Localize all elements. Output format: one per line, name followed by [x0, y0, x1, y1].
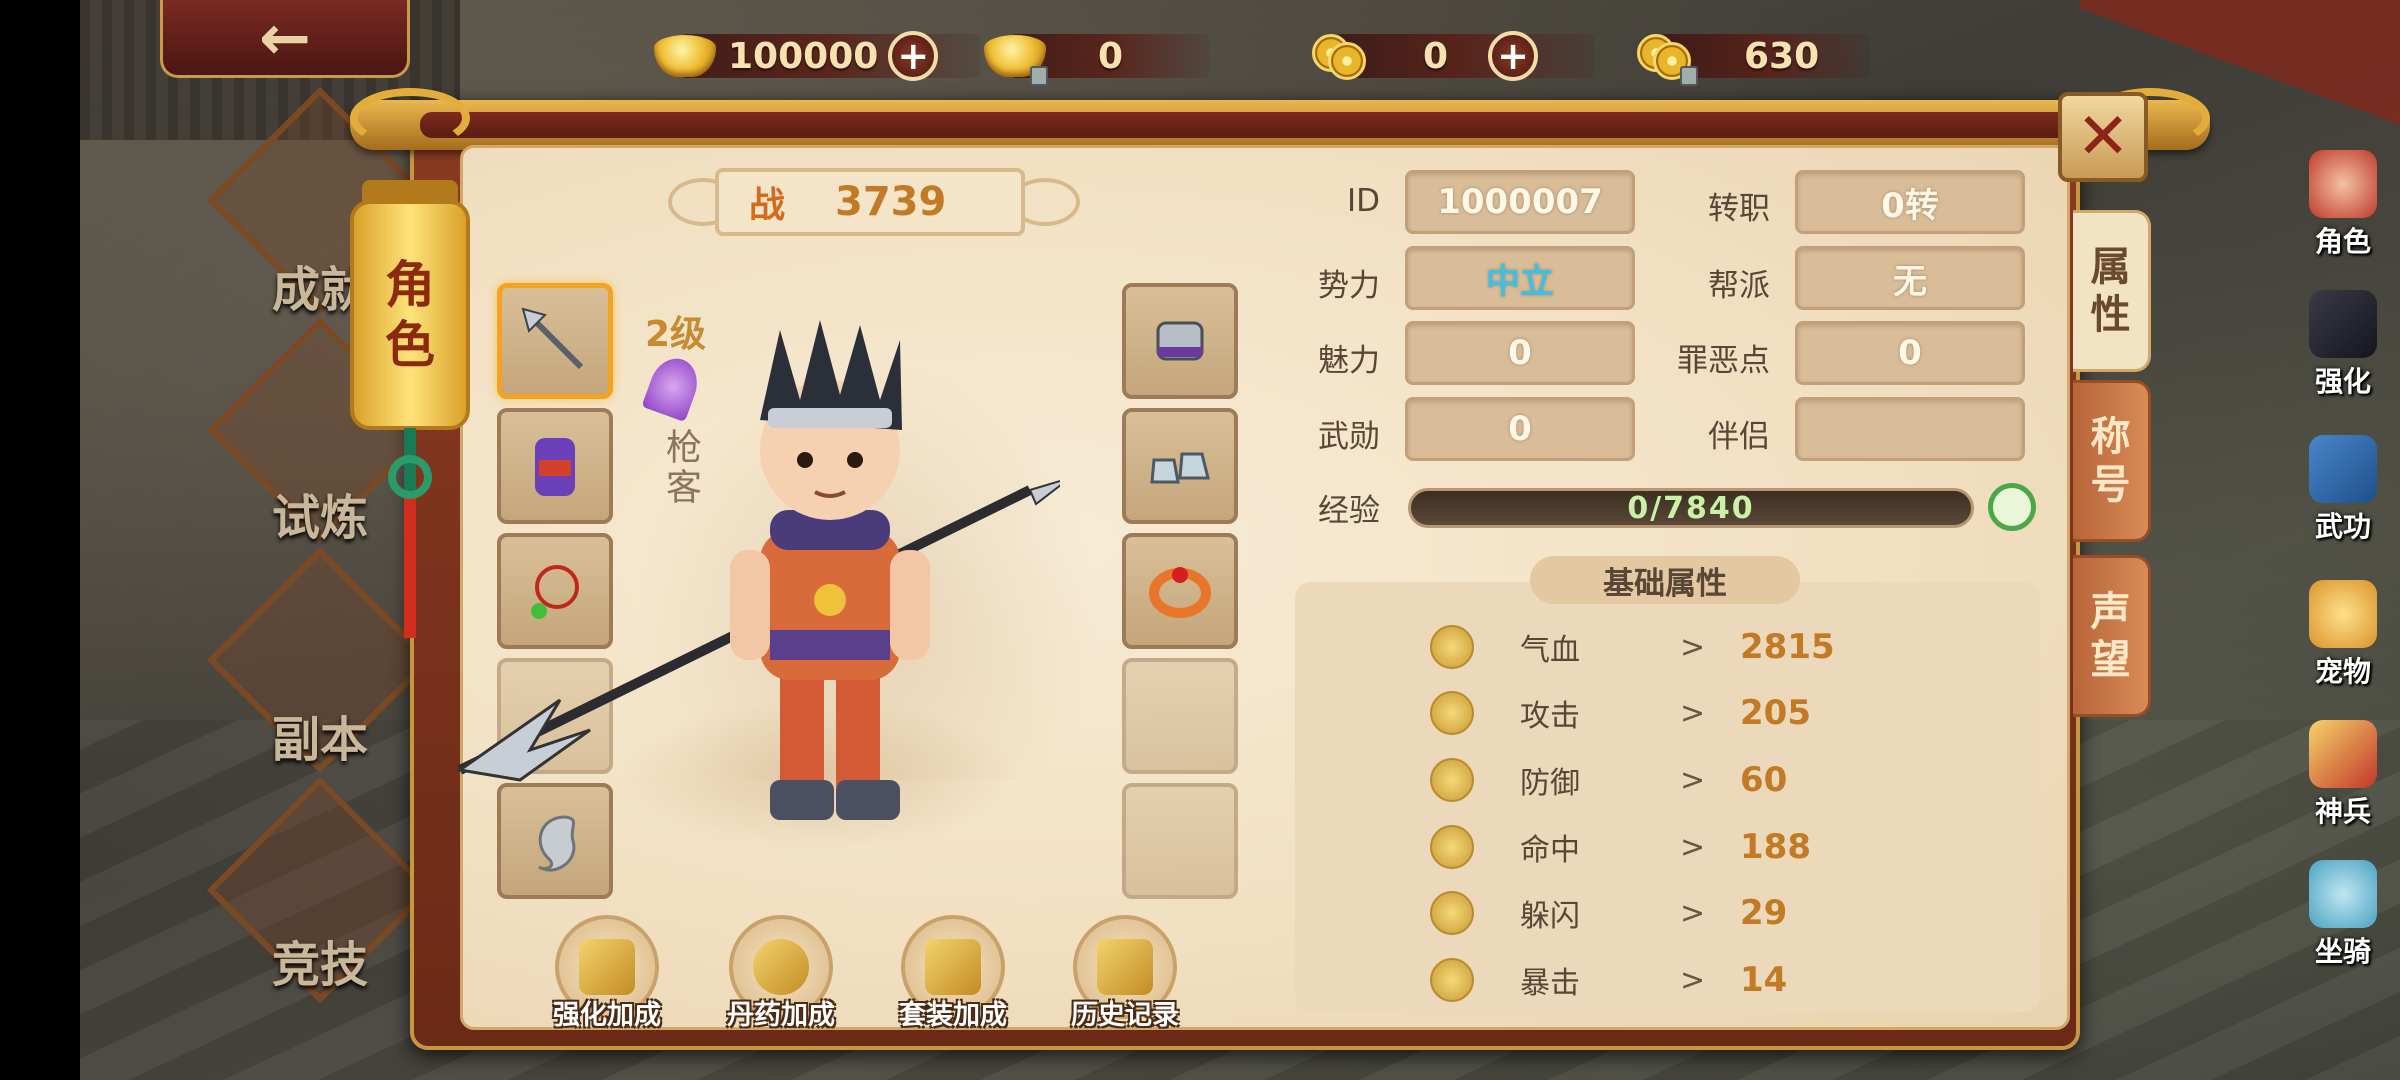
experience-label: 经验	[1318, 493, 1380, 529]
ring-icon	[1149, 567, 1211, 618]
charm-label: 魅力	[1318, 343, 1380, 379]
merit-value: 0	[1405, 397, 1635, 461]
add-gold-ingot-button[interactable]: +	[888, 31, 939, 81]
set-bonus-button[interactable]: 套装加成	[888, 915, 1018, 1032]
currency-gold-ingot: 100000 +	[650, 20, 980, 92]
guild-value: 无	[1795, 246, 2025, 310]
attr-row-accuracy: 命中 > 188	[1430, 822, 1930, 872]
attr-row-dodge: 躲闪 > 29	[1430, 888, 1930, 938]
divine-weapon-icon	[2309, 720, 2377, 788]
history-button[interactable]: 历史记录	[1060, 915, 1190, 1032]
bound-coins-icon	[1630, 26, 1700, 86]
experience-boost-icon[interactable]	[1988, 483, 2036, 531]
attr-row-attack: 攻击 > 205	[1430, 688, 1930, 738]
defense-icon	[1430, 758, 1474, 802]
equip-slot-empty[interactable]	[1122, 658, 1238, 774]
left-menu-arena[interactable]: 竞技	[230, 925, 410, 995]
scroll-icon	[2309, 435, 2377, 503]
lock-icon	[1680, 66, 1698, 86]
merit-label: 武勋	[1318, 419, 1380, 455]
elixir-bonus-button[interactable]: 丹药加成	[716, 915, 846, 1032]
combat-power-label: 战	[749, 185, 786, 226]
anvil-icon	[2309, 290, 2377, 358]
coins-icon	[1305, 26, 1375, 86]
panel-top-inner	[420, 112, 2120, 138]
attr-row-defense: 防御 > 60	[1430, 755, 1930, 805]
faction-label: 势力	[1318, 268, 1380, 304]
character-icon	[2309, 150, 2377, 218]
equip-slot-ring[interactable]	[1122, 533, 1238, 649]
bracer-icon	[1156, 321, 1204, 361]
faction-value: 中立	[1405, 246, 1635, 310]
right-menu-mount[interactable]: 坐骑	[2298, 860, 2388, 970]
close-button[interactable]: ✕	[2058, 92, 2148, 182]
charm-value: 0	[1405, 321, 1635, 385]
job-value: 0转	[1795, 170, 2025, 234]
id-label: ID	[1346, 183, 1380, 219]
right-menu-enhance[interactable]: 强化	[2298, 290, 2388, 400]
guild-label: 帮派	[1708, 268, 1770, 304]
equip-slot-boots[interactable]	[1122, 408, 1238, 524]
currency-bound-coins: 630	[1630, 20, 1870, 92]
right-menu-divine-weapon[interactable]: 神兵	[2298, 720, 2388, 830]
attr-row-hp: 气血 > 2815	[1430, 622, 1930, 672]
mount-icon	[2309, 860, 2377, 928]
attack-icon	[1430, 691, 1474, 735]
currency-bound-ingot: 0	[980, 20, 1210, 92]
evil-points-label: 罪恶点	[1677, 343, 1770, 379]
critical-icon	[1430, 958, 1474, 1002]
equip-slot-empty[interactable]	[1122, 783, 1238, 899]
boots-icon	[1150, 452, 1210, 484]
evil-points-value: 0	[1795, 321, 2025, 385]
attr-row-critical: 暴击 > 14	[1430, 955, 1930, 1005]
add-coins-button[interactable]: +	[1488, 31, 1539, 81]
enhance-bonus-button[interactable]: 强化加成	[542, 915, 672, 1032]
combat-power-value: 3739	[835, 179, 947, 225]
lock-icon	[1030, 66, 1048, 86]
equip-slot-helmet[interactable]	[1122, 283, 1238, 399]
back-button[interactable]: ←	[160, 0, 410, 78]
bound-ingot-value: 0	[1098, 35, 1124, 77]
pet-icon	[2309, 580, 2377, 648]
back-arrow-icon: ←	[259, 1, 311, 74]
gold-ingot-value: 100000	[728, 35, 879, 77]
gold-ingot-icon	[650, 26, 720, 86]
tab-attributes[interactable]: 属性	[2073, 210, 2151, 372]
hp-icon	[1430, 625, 1474, 669]
tab-titles[interactable]: 称号	[2073, 380, 2151, 542]
left-menu-dungeon[interactable]: 副本	[230, 700, 410, 770]
tab-reputation[interactable]: 声望	[2073, 555, 2151, 717]
accuracy-icon	[1430, 825, 1474, 869]
corner-ornament	[350, 88, 470, 148]
id-value: 1000007	[1405, 170, 1635, 234]
currency-coins: 0 +	[1305, 20, 1595, 92]
character-model	[456, 320, 1060, 820]
right-menu-pet[interactable]: 宠物	[2298, 580, 2388, 690]
left-menu-trial[interactable]: 试炼	[230, 478, 410, 548]
close-icon: ✕	[2076, 100, 2130, 174]
combat-power-box: 战 3739	[715, 168, 1025, 236]
bound-ingot-icon	[980, 26, 1050, 86]
job-label: 转职	[1708, 191, 1770, 227]
right-menu-character[interactable]: 角色	[2298, 150, 2388, 260]
partner-label: 伴侣	[1708, 419, 1770, 455]
bound-coins-value: 630	[1744, 35, 1820, 77]
partner-value	[1795, 397, 2025, 461]
base-attributes-title: 基础属性	[1530, 556, 1800, 604]
coins-value: 0	[1423, 35, 1449, 77]
right-menu-martial-arts[interactable]: 武功	[2298, 435, 2388, 545]
jade-ring-icon	[388, 455, 432, 499]
experience-bar: 0/7840	[1408, 488, 1974, 528]
dodge-icon	[1430, 891, 1474, 935]
